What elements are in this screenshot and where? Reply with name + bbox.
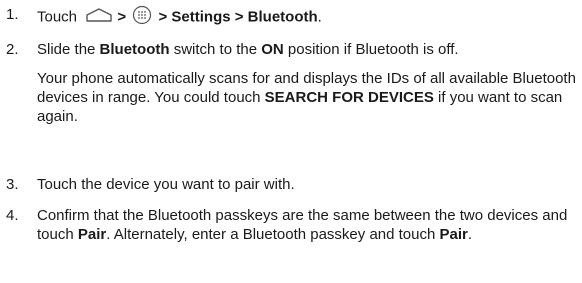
step-number: 3. xyxy=(6,176,19,193)
bold-term: SEARCH FOR DEVICES xyxy=(264,89,434,106)
step-number: 4. xyxy=(6,207,19,224)
step-body: Slide the Bluetooth switch to the ON pos… xyxy=(37,40,577,126)
step-number: 1. xyxy=(6,6,19,23)
text-run: Slide the xyxy=(37,41,100,58)
step-body: Confirm that the Bluetooth passkeys are … xyxy=(37,206,577,244)
text-run: position if Bluetooth is off. xyxy=(283,41,459,58)
bold-term: Bluetooth xyxy=(99,41,170,58)
instruction-list: 1. Touch > > Settings > Bluetooth. 2. Sl… xyxy=(0,0,582,283)
bold-term: Pair xyxy=(439,226,468,243)
step-body: Touch the device you want to pair with. xyxy=(37,175,577,194)
home-icon xyxy=(85,7,113,28)
path-separator: > xyxy=(117,8,127,26)
bold-term: ON xyxy=(261,41,284,58)
apps-grid-icon xyxy=(132,5,152,30)
text-run: . Alternately, enter a Bluetooth passkey… xyxy=(106,226,440,243)
step-number: 2. xyxy=(6,41,19,58)
path-period: . xyxy=(317,8,322,26)
step-paragraph: Confirm that the Bluetooth passkeys are … xyxy=(37,206,577,244)
step-paragraph: Slide the Bluetooth switch to the ON pos… xyxy=(37,40,577,59)
text-run: switch to the xyxy=(169,41,262,58)
text-run: . xyxy=(467,226,473,243)
settings-path: > Settings > Bluetooth xyxy=(158,8,318,26)
bold-term: Pair xyxy=(77,226,107,243)
step-text: Touch the device you want to pair with. xyxy=(37,176,295,193)
step-note: Your phone automatically scans for and d… xyxy=(37,69,577,126)
step-text: Touch xyxy=(37,8,78,26)
step-body: Touch > > Settings > Bluetooth. xyxy=(37,5,577,30)
